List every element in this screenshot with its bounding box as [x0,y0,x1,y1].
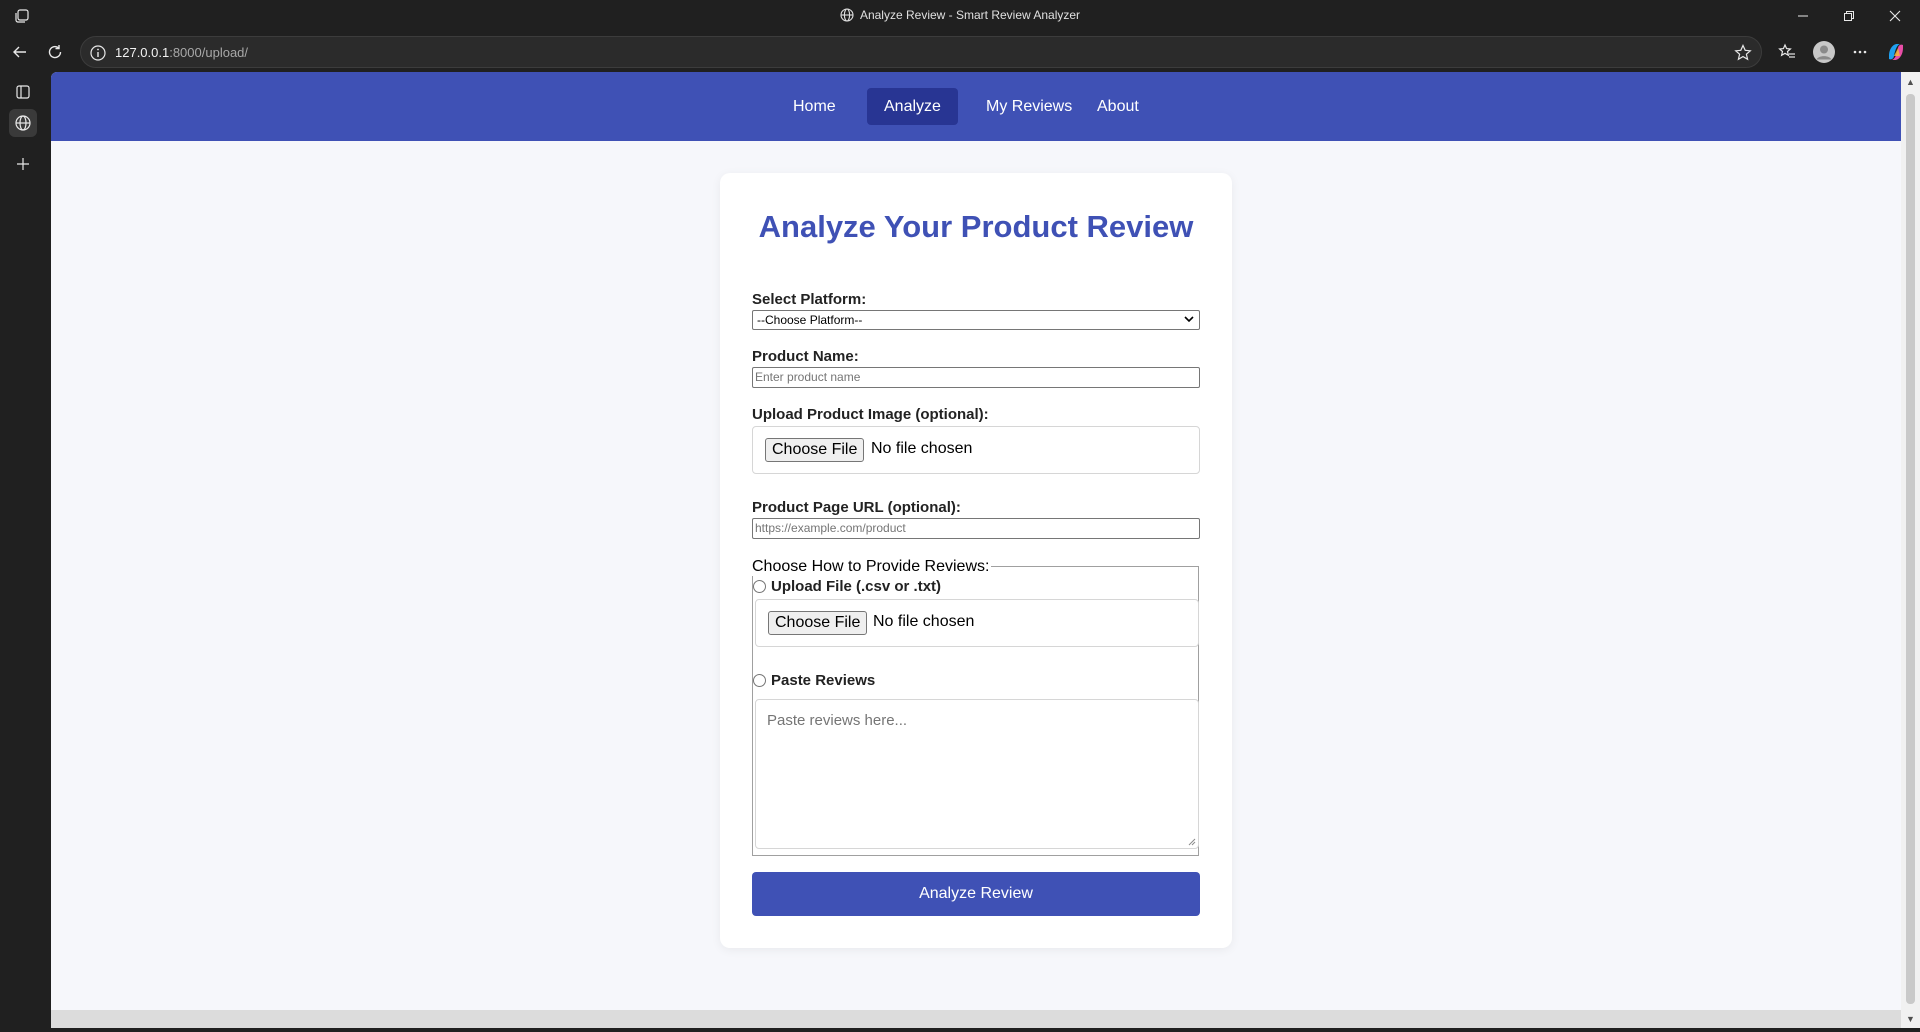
more-menu-button[interactable] [1846,38,1874,66]
paste-reviews-placeholder: Paste reviews here... [767,712,908,729]
platform-select[interactable]: --Choose Platform-- [752,310,1200,330]
favorites-button[interactable] [1773,38,1801,66]
reload-icon [48,45,62,59]
product-name-label: Product Name: [752,348,859,365]
profile-button[interactable] [1810,38,1838,66]
product-image-label: Upload Product Image (optional): [752,406,989,423]
reviews-file-upload: Choose File No file chosen [755,599,1199,647]
globe-icon [15,115,31,131]
site-info-icon[interactable] [89,44,107,62]
product-image-upload: Choose File No file chosen [752,426,1200,474]
vertical-tabs-button[interactable] [9,78,37,106]
address-bar[interactable]: 127.0.0.1:8000/upload/ [80,36,1762,68]
copilot-icon [1889,44,1903,60]
product-name-input[interactable]: Enter product name [752,367,1200,388]
browser-toolbar: 127.0.0.1:8000/upload/ [0,32,1920,72]
reviews-source-legend: Choose How to Provide Reviews: [752,558,992,576]
upload-file-radio[interactable] [753,580,766,593]
copilot-button[interactable] [1882,38,1910,66]
favorites-icon [1778,43,1795,58]
browser-titlebar: Analyze Review - Smart Review Analyzer [0,0,1920,32]
vertical-scrollbar[interactable]: ▲ ▼ [1901,72,1920,1028]
back-arrow-icon [13,46,26,58]
page-viewport: Home Analyze My Reviews About Analyze Yo… [51,72,1901,1028]
nav-home[interactable]: Home [776,88,853,125]
url-host: 127.0.0.1 [115,45,170,60]
scrollbar-thumb[interactable] [1906,94,1915,1004]
analyze-review-button[interactable]: Analyze Review [752,872,1200,916]
browser-sidebar [0,72,50,1032]
window-title-text: Analyze Review - Smart Review Analyzer [859,8,1081,22]
scroll-up-arrow-icon[interactable]: ▲ [1906,77,1915,87]
reload-button[interactable] [41,38,69,66]
product-url-label: Product Page URL (optional): [752,499,961,516]
nav-analyze[interactable]: Analyze [867,88,958,125]
window-title: Analyze Review - Smart Review Analyzer [0,8,1920,22]
restore-icon [1844,11,1854,21]
restore-button[interactable] [1826,0,1872,32]
minimize-icon [1798,15,1808,17]
nav-about[interactable]: About [1080,88,1156,125]
more-dots-icon [1853,50,1867,54]
resize-grip-icon[interactable] [1187,837,1196,846]
globe-icon [840,8,854,22]
product-image-choose-file-button[interactable]: Choose File [765,438,865,462]
new-tab-button[interactable] [9,150,37,178]
product-url-input[interactable]: https://example.com/product [752,518,1200,539]
plus-icon [17,158,29,170]
product-image-file-status: No file chosen [871,440,973,457]
close-icon [1889,10,1901,22]
analyze-form-card: Analyze Your Product Review Select Platf… [720,173,1232,948]
minimize-button[interactable] [1780,0,1826,32]
tab-panel-icon [16,85,30,99]
upload-file-option-label[interactable]: Upload File (.csv or .txt) [771,578,941,595]
paste-reviews-radio[interactable] [753,674,766,687]
active-tab-button[interactable] [9,109,37,137]
platform-label: Select Platform: [752,291,867,308]
url-path: :8000/upload/ [169,45,249,60]
profile-avatar-icon [1813,41,1835,63]
paste-reviews-textarea[interactable]: Paste reviews here... [755,699,1199,849]
scroll-down-arrow-icon[interactable]: ▼ [1906,1014,1915,1024]
horizontal-scrollbar[interactable] [51,1010,1901,1028]
url-text[interactable]: 127.0.0.1:8000/upload/ [115,45,248,60]
nav-my-reviews[interactable]: My Reviews [969,88,1089,125]
reviews-choose-file-button[interactable]: Choose File [768,611,868,635]
top-navigation: Home Analyze My Reviews About [51,72,1901,141]
favorite-star-icon[interactable] [1733,43,1753,63]
reviews-file-status: No file chosen [873,613,975,630]
paste-reviews-option-label[interactable]: Paste Reviews [771,672,875,689]
chevron-down-icon [1184,316,1194,323]
platform-selected-value: --Choose Platform-- [757,313,863,327]
page-title: Analyze Your Product Review [758,209,1194,244]
back-button[interactable] [6,38,34,66]
close-window-button[interactable] [1872,0,1918,32]
